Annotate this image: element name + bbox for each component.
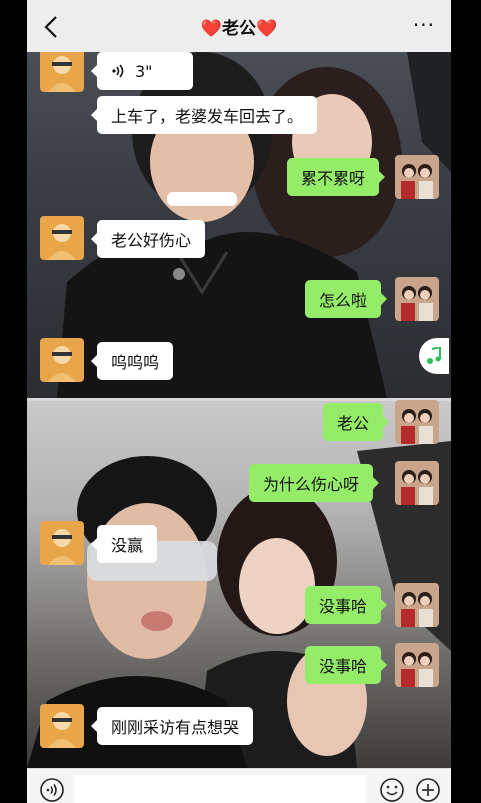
message-bubble-self[interactable]: 老公: [323, 403, 390, 441]
input-bar: [27, 768, 451, 803]
avatar-self[interactable]: [395, 643, 439, 687]
chat-header: ❤️老公❤️ ···: [27, 0, 451, 52]
message-bubble-self[interactable]: 怎么啦: [305, 280, 388, 318]
voice-message-bubble[interactable]: 3": [91, 52, 193, 90]
add-button[interactable]: [415, 777, 441, 803]
avatar-self[interactable]: [395, 583, 439, 627]
avatar-self[interactable]: [395, 461, 439, 505]
voice-duration: 3": [135, 61, 153, 81]
chat-title: ❤️老公❤️: [200, 19, 278, 39]
voice-input-button[interactable]: [39, 777, 65, 803]
message-bubble[interactable]: 老公好伤心: [90, 220, 206, 258]
music-float-button[interactable]: [419, 338, 449, 374]
voice-wave-icon: [112, 64, 124, 78]
message-text: 上车了，老婆发车回去了。: [111, 107, 304, 126]
message-bubble[interactable]: 刚刚采访有点想哭: [90, 707, 254, 745]
avatar-self[interactable]: [395, 155, 439, 199]
emoji-icon: [380, 778, 404, 802]
music-note-icon: [427, 347, 441, 364]
message-text: 老公好伤心: [111, 231, 192, 250]
avatar-contact[interactable]: [40, 704, 84, 748]
avatar-contact[interactable]: [40, 521, 84, 565]
message-bubble[interactable]: 呜呜呜: [90, 342, 174, 380]
emoji-button[interactable]: [379, 777, 405, 803]
message-input[interactable]: [75, 775, 365, 803]
message-text: 没事哈: [319, 597, 368, 616]
message-text: 呜呜呜: [111, 353, 160, 372]
message-text: 没事哈: [319, 657, 368, 676]
more-options-button[interactable]: ···: [413, 13, 435, 37]
chat-screen: ❤️老公❤️ ··· 3" 上车了，老婆发车回去了。 累不累呀 老公好伤心 怎么…: [27, 0, 451, 803]
avatar-contact[interactable]: [40, 338, 84, 382]
message-text: 没赢: [111, 536, 144, 555]
avatar-contact[interactable]: [40, 48, 84, 92]
message-bubble-self[interactable]: 没事哈: [305, 646, 388, 684]
message-text: 刚刚采访有点想哭: [111, 718, 240, 737]
message-bubble-self[interactable]: 为什么伤心呀: [249, 464, 380, 502]
message-text: 累不累呀: [301, 169, 366, 188]
message-text: 老公: [337, 414, 370, 433]
message-text: 怎么啦: [319, 291, 368, 310]
voice-icon: [40, 778, 64, 802]
message-bubble-self[interactable]: 没事哈: [305, 586, 388, 624]
plus-icon: [416, 778, 440, 802]
avatar-self[interactable]: [395, 400, 439, 444]
message-bubble[interactable]: 没赢: [90, 525, 158, 563]
avatar-contact[interactable]: [40, 216, 84, 260]
message-bubble-self[interactable]: 累不累呀: [287, 158, 386, 196]
message-text: 为什么伤心呀: [263, 475, 360, 494]
message-bubble[interactable]: 上车了，老婆发车回去了。: [90, 96, 318, 134]
avatar-self[interactable]: [395, 277, 439, 321]
